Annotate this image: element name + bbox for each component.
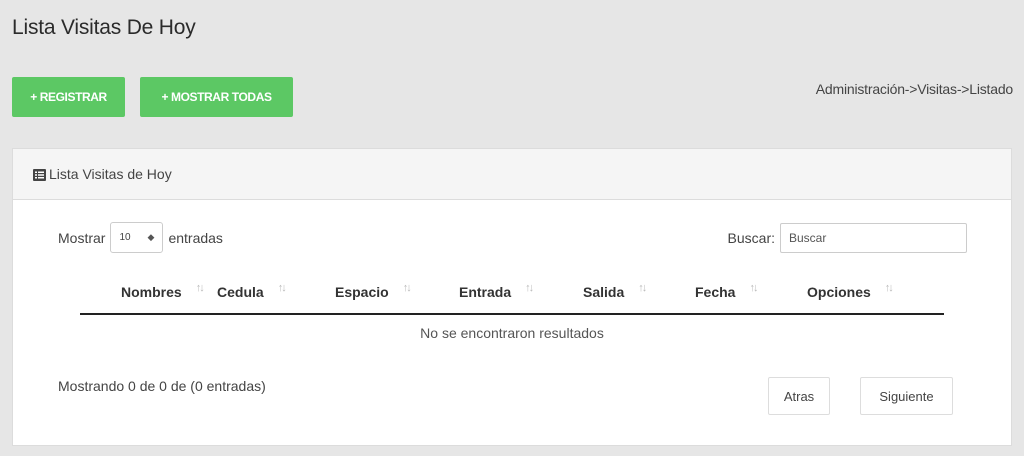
column-label: Opciones	[807, 284, 871, 300]
column-header-espacio[interactable]: Espacio ↑↓	[329, 271, 453, 315]
entries-label: entradas	[168, 229, 223, 246]
column-header-nombres[interactable]: Nombres ↑↓	[80, 271, 211, 315]
sort-icon: ↑↓	[525, 282, 534, 294]
sort-icon: ↑↓	[638, 282, 647, 294]
search-control: Buscar:	[728, 223, 967, 253]
length-control: Mostrar 10 ◆ entradas	[58, 222, 223, 253]
show-all-button[interactable]: + MOSTRAR TODAS	[140, 77, 293, 117]
column-label: Cedula	[217, 284, 264, 300]
register-button[interactable]: + REGISTRAR	[12, 77, 125, 117]
panel-heading-label: Lista Visitas de Hoy	[49, 166, 172, 182]
page-size-value: 10	[119, 232, 131, 243]
table-row: No se encontraron resultados	[80, 314, 944, 350]
table-header-row: Nombres ↑↓ Cedula ↑↓ Espacio ↑↓ Entrada ↑↓ S…	[80, 271, 944, 315]
breadcrumb: Administración->Visitas->Listado	[815, 81, 1013, 97]
column-label: Entrada	[459, 284, 512, 300]
next-page-button[interactable]: Siguiente	[860, 377, 953, 415]
list-icon	[33, 168, 46, 181]
search-input[interactable]	[780, 223, 967, 253]
search-label: Buscar:	[727, 230, 775, 246]
visits-table: Nombres ↑↓ Cedula ↑↓ Espacio ↑↓ Entrada ↑↓ S…	[80, 271, 944, 350]
show-label: Mostrar	[58, 229, 106, 246]
column-header-entrada[interactable]: Entrada ↑↓	[453, 271, 577, 315]
sort-icon: ↑↓	[402, 282, 412, 294]
column-header-cedula[interactable]: Cedula ↑↓	[211, 271, 329, 315]
column-header-salida[interactable]: Salida ↑↓	[577, 271, 689, 315]
panel-heading: Lista Visitas de Hoy	[13, 149, 1011, 200]
sort-icon: ↑↓	[277, 282, 287, 294]
previous-page-button[interactable]: Atras	[768, 377, 830, 415]
select-caret-icon: ◆	[147, 232, 155, 242]
sort-icon: ↑↓	[749, 282, 758, 294]
column-label: Fecha	[695, 284, 736, 300]
page-size-select[interactable]: 10 ◆	[110, 222, 164, 253]
column-label: Espacio	[335, 284, 389, 300]
column-label: Salida	[583, 284, 625, 300]
sort-icon: ↑↓	[884, 282, 894, 294]
page-title: Lista Visitas De Hoy	[12, 16, 196, 39]
column-header-fecha[interactable]: Fecha ↑↓	[689, 271, 801, 315]
empty-message: No se encontraron resultados	[420, 324, 604, 341]
table-info: Mostrando 0 de 0 de (0 entradas)	[58, 378, 266, 394]
visits-panel: Lista Visitas de Hoy Mostrar 10 ◆ entrad…	[12, 148, 1012, 446]
sort-icon: ↑↓	[195, 282, 205, 294]
column-header-opciones[interactable]: Opciones ↑↓	[801, 271, 944, 315]
column-label: Nombres	[121, 284, 182, 300]
